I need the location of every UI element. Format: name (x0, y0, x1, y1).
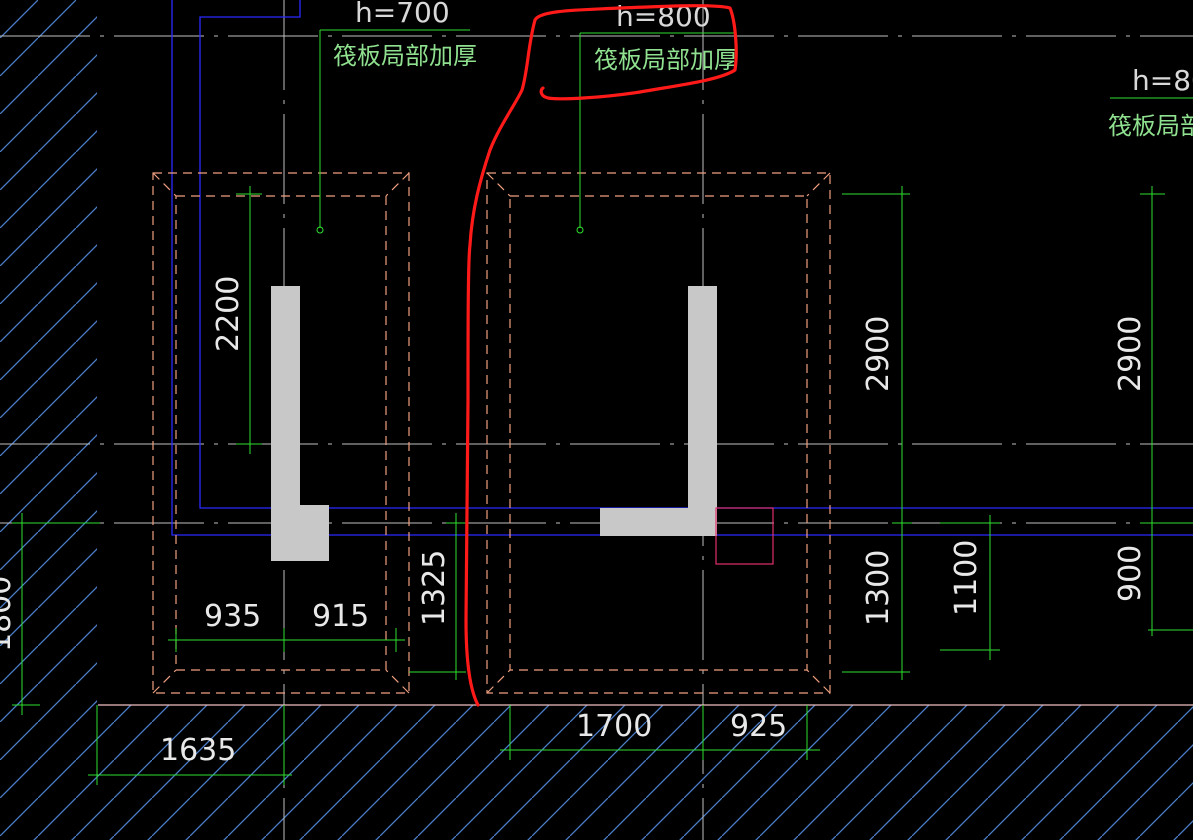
dim-small-vertical: 1100 (949, 540, 984, 616)
dim-far-right-top: 2900 (1113, 316, 1148, 392)
cad-drawing-canvas[interactable]: h=700 筏板局部加厚 h=800 筏板局部加厚 h=80 筏板局部加 220… (0, 0, 1193, 840)
footing-mid (486, 172, 831, 694)
blue-boundary-line (171, 0, 1193, 536)
dim-far-right-bottom: 900 (1113, 545, 1148, 602)
right-note-label: 筏板局部加 (1108, 112, 1193, 140)
dim-left-bottom-a: 935 (204, 599, 261, 634)
right-thickness-label: h=80 (1132, 64, 1193, 97)
hatch-edge (97, 0, 98, 705)
left-note-label: 筏板局部加厚 (333, 42, 477, 70)
dim-left-vertical: 2200 (211, 276, 246, 352)
left-thickness-label: h=700 (355, 0, 450, 29)
dim-left-bottom-b: 915 (312, 599, 369, 634)
dim-mid-vertical: 1325 (417, 550, 452, 626)
dim-far-left-cut: 1800 (0, 576, 18, 652)
magenta-box (715, 507, 774, 565)
dim-mid-right-bottom: 1300 (861, 550, 896, 626)
wall-left (271, 286, 329, 561)
dim-bottom-mid-a: 1700 (576, 709, 652, 744)
wall-mid (600, 286, 717, 536)
dim-mid-right-top: 2900 (861, 316, 896, 392)
dim-bottom-mid-b: 925 (730, 709, 787, 744)
mid-note-label: 筏板局部加厚 (594, 46, 738, 74)
dim-bottom-left: 1635 (160, 733, 236, 768)
dimension-lines (12, 186, 1193, 785)
